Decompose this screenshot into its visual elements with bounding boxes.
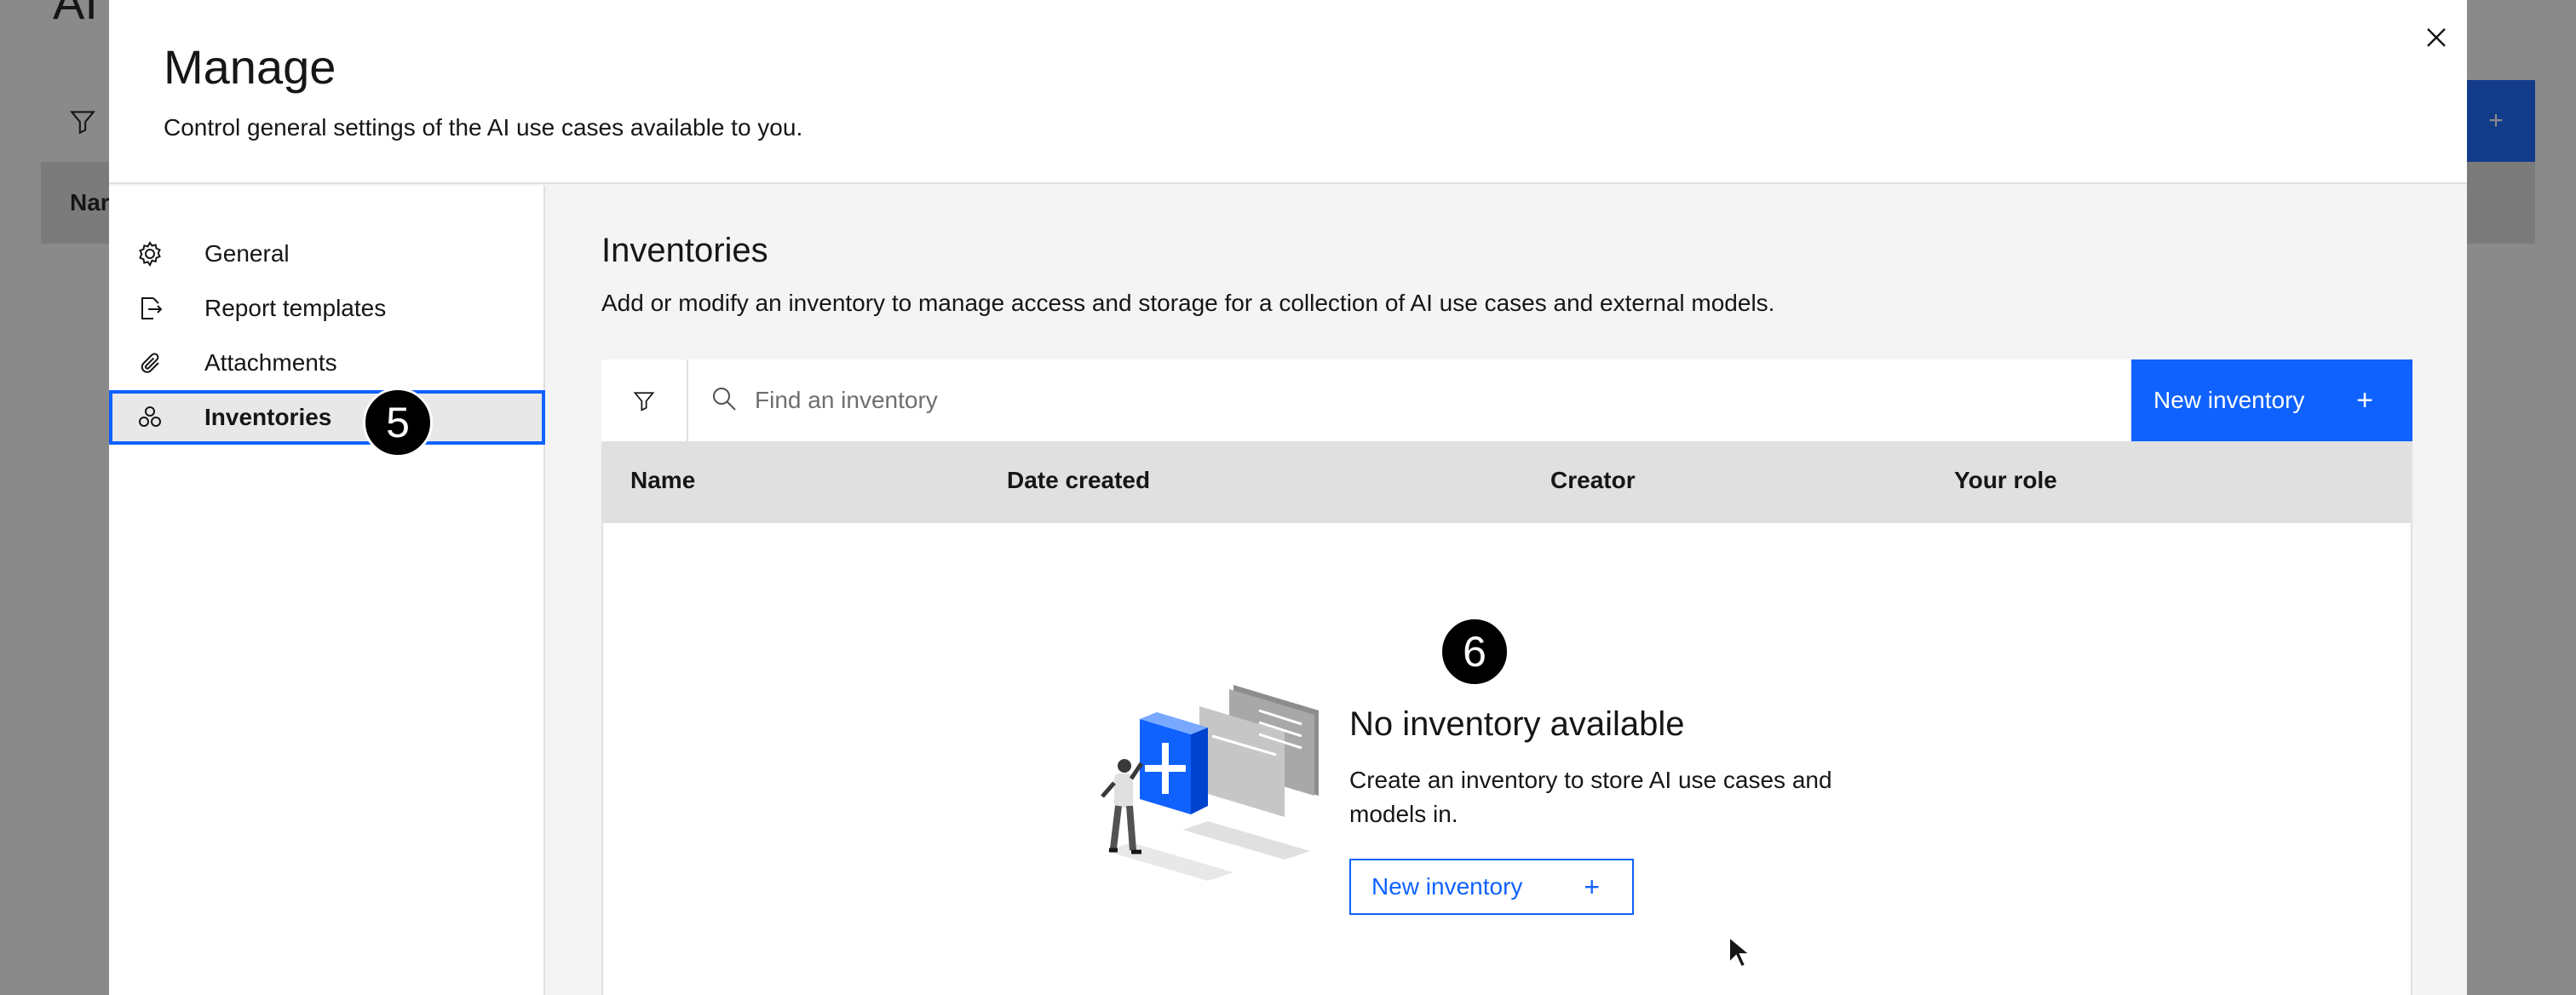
nav-item-label: Attachments xyxy=(204,349,337,376)
column-header-name[interactable]: Name xyxy=(630,467,695,494)
step-5-badge: 5 xyxy=(363,388,433,457)
plus-icon: + xyxy=(1584,871,1600,902)
nav-item-inventories[interactable]: Inventories xyxy=(109,390,545,445)
paperclip-icon xyxy=(135,348,165,378)
modal-subtitle: Control general settings of the AI use c… xyxy=(164,114,803,141)
manage-modal: Manage Control general settings of the A… xyxy=(109,0,2467,995)
page-description: Add or modify an inventory to manage acc… xyxy=(601,290,1775,316)
step-6-badge: 6 xyxy=(1440,617,1509,687)
search-input[interactable] xyxy=(755,377,2015,424)
modal-title: Manage xyxy=(164,40,336,94)
page-title: Inventories xyxy=(601,232,768,269)
plus-icon: + xyxy=(2356,383,2373,417)
column-header-creator[interactable]: Creator xyxy=(1550,467,1636,494)
close-icon[interactable] xyxy=(2414,15,2458,60)
modal-header: Manage Control general settings of the A… xyxy=(109,0,2467,184)
nav-item-label: General xyxy=(204,240,290,267)
column-header-your-role[interactable]: Your role xyxy=(1954,467,2057,494)
new-inventory-button[interactable]: New inventory + xyxy=(2131,359,2412,441)
column-header-date-created[interactable]: Date created xyxy=(1007,467,1150,494)
search-icon xyxy=(710,385,741,416)
empty-state-description: Create an inventory to store AI use case… xyxy=(1349,767,1832,827)
inventory-icon xyxy=(135,402,165,433)
nav-item-label: Report templates xyxy=(204,295,387,321)
mouse-cursor-icon xyxy=(1728,935,1752,969)
nav-item-general[interactable]: General xyxy=(109,227,545,281)
table-header: Name Date created Creator Your role xyxy=(601,441,2412,523)
nav-item-attachments[interactable]: Attachments xyxy=(109,336,545,390)
table-body xyxy=(601,523,2412,995)
table-toolbar: New inventory + xyxy=(601,359,2412,441)
settings-nav: General Report templates Attachments Inv… xyxy=(109,186,545,995)
document-export-icon xyxy=(135,293,165,324)
empty-state-new-inventory-button[interactable]: New inventory + xyxy=(1349,859,1634,915)
filter-icon[interactable] xyxy=(601,359,688,441)
empty-state-title: No inventory available xyxy=(1349,705,1685,743)
nav-item-label: Inventories xyxy=(204,404,332,430)
empty-state-button-label: New inventory xyxy=(1371,873,1523,900)
nav-item-report-templates[interactable]: Report templates xyxy=(109,281,545,336)
empty-state-illustration xyxy=(1101,685,1319,881)
gear-icon xyxy=(135,239,165,269)
new-inventory-label: New inventory xyxy=(2153,387,2305,413)
